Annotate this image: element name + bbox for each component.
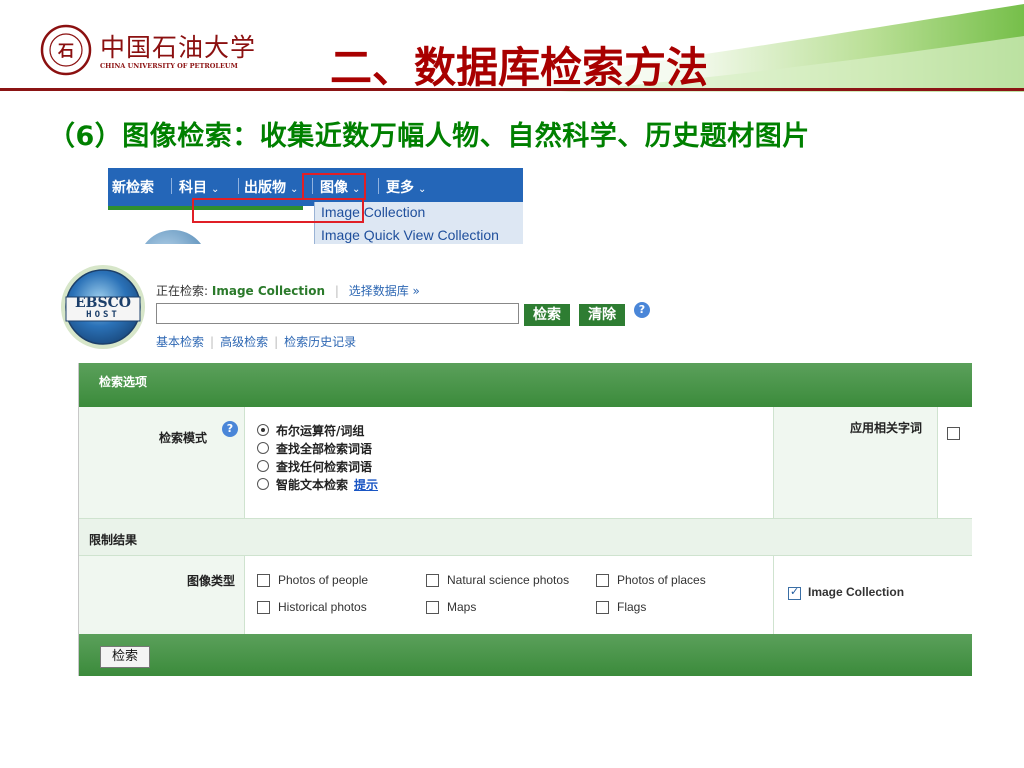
menu-item-new-search[interactable]: 新检索 [112, 177, 154, 197]
radio-find-any-terms-label: 查找任何检索词语 [276, 460, 373, 474]
image-type-label-cell: 图像类型 [79, 556, 245, 634]
university-name-cn: 中国石油大学 [100, 33, 257, 62]
label-flags: Flags [617, 600, 647, 614]
dropdown-item-image-quick-view[interactable]: Image Quick View Collection [321, 227, 499, 243]
radio-smart-text[interactable] [257, 478, 269, 490]
menu-item-more[interactable]: 更多 ⌄ [386, 177, 426, 197]
radio-find-any-terms[interactable] [257, 460, 269, 472]
ebsco-logo-subtext: HOST [86, 310, 120, 320]
radio-smart-text-label: 智能文本检索 提示 [276, 478, 379, 492]
checkbox-image-collection[interactable] [788, 585, 801, 600]
menu-separator [171, 178, 172, 194]
radio-find-all-terms-label: 查找全部检索词语 [276, 442, 373, 456]
radio-boolean-phrase-label: 布尔运算符/词组 [276, 424, 365, 438]
search-options-footer: 检索 [79, 634, 972, 676]
search-mode-label-cell: 检索模式 ? [79, 407, 245, 518]
current-database: Image Collection [211, 284, 326, 298]
chevron-down-icon: ⌄ [418, 184, 427, 195]
radio-find-all-terms[interactable] [257, 442, 269, 454]
choose-database-link[interactable]: 选择数据库 » [349, 284, 420, 298]
collection-cell: Image Collection [773, 556, 938, 634]
chevron-down-icon: ⌄ [211, 184, 220, 195]
image-type-label: 图像类型 [187, 574, 236, 588]
slide-title: 二、数据库检索方法 [330, 43, 709, 92]
checkbox-flags[interactable] [596, 601, 609, 614]
search-input[interactable] [156, 303, 519, 324]
searching-line: 正在检索: Image Collection | 选择数据库 » [156, 282, 420, 299]
search-options-header: 检索选项 [79, 363, 972, 407]
help-icon[interactable]: ? [222, 421, 238, 437]
search-mode-label: 检索模式 [159, 431, 208, 445]
clear-button[interactable]: 清除 [579, 304, 625, 326]
search-button[interactable]: 检索 [524, 304, 570, 326]
hint-link[interactable]: 提示 [354, 478, 378, 492]
slide-subtitle: （6）图像检索：收集近数万幅人物、自然科学、历史题材图片 [48, 121, 810, 152]
checkbox-photos-of-places[interactable] [596, 574, 609, 587]
ebsco-logo-text: EBSCO [75, 295, 131, 311]
image-type-row: 图像类型 Photos of people Natural science ph… [79, 556, 972, 634]
image-collection-highlight [192, 198, 364, 223]
menu-item-publications[interactable]: 出版物 ⌄ [244, 177, 298, 197]
svg-text:石: 石 [57, 41, 74, 60]
university-name-en: CHINA UNIVERSITY OF PETROLEUM [100, 62, 238, 70]
limit-results-bar: 限制结果 [79, 518, 972, 556]
label-historical-photos: Historical photos [278, 600, 367, 614]
university-logo: 石 [40, 24, 92, 76]
related-words-label: 应用相关字词 [850, 421, 923, 435]
search-options-panel: 检索选项 检索模式 ? 布尔运算符/词组 查找全部检索词语 查找任何检索词语 智… [78, 363, 972, 676]
related-words-checkbox[interactable] [947, 427, 960, 440]
label-photos-of-places: Photos of places [617, 573, 706, 587]
footer-search-button[interactable]: 检索 [100, 646, 150, 668]
checkbox-natural-science-photos[interactable] [426, 574, 439, 587]
images-menu-highlight [302, 173, 366, 200]
search-history-link[interactable]: 检索历史记录 [284, 335, 356, 349]
separator: | [210, 335, 215, 349]
label-natural-science-photos: Natural science photos [447, 573, 570, 587]
related-words-label-cell: 应用相关字词 [773, 407, 938, 518]
menu-separator [378, 178, 379, 194]
menu-item-subjects[interactable]: 科目 ⌄ [179, 177, 219, 197]
menu-separator [238, 178, 239, 194]
checkbox-photos-of-people[interactable] [257, 574, 270, 587]
chevron-down-icon: ⌄ [290, 184, 299, 195]
label-maps: Maps [447, 600, 477, 614]
radio-boolean-phrase[interactable] [257, 424, 269, 436]
searching-label: 正在检索: [156, 284, 209, 298]
header-divider [0, 88, 1024, 91]
partial-ebsco-logo [138, 230, 208, 244]
help-icon[interactable]: ? [634, 302, 650, 318]
label-image-collection: Image Collection [808, 585, 905, 599]
separator: | [274, 335, 279, 349]
ebsco-host-logo[interactable]: EBSCO HOST [60, 264, 146, 350]
checkbox-maps[interactable] [426, 601, 439, 614]
search-mode-links: 基本检索 | 高级检索 | 检索历史记录 [156, 333, 356, 350]
search-mode-row: 检索模式 ? 布尔运算符/词组 查找全部检索词语 查找任何检索词语 智能文本检索… [79, 407, 972, 518]
checkbox-historical-photos[interactable] [257, 601, 270, 614]
separator: | [334, 284, 339, 298]
advanced-search-link[interactable]: 高级检索 [220, 335, 268, 349]
label-photos-of-people: Photos of people [278, 573, 369, 587]
limit-results-title: 限制结果 [89, 533, 138, 547]
search-options-title: 检索选项 [99, 375, 148, 389]
basic-search-link[interactable]: 基本检索 [156, 335, 204, 349]
